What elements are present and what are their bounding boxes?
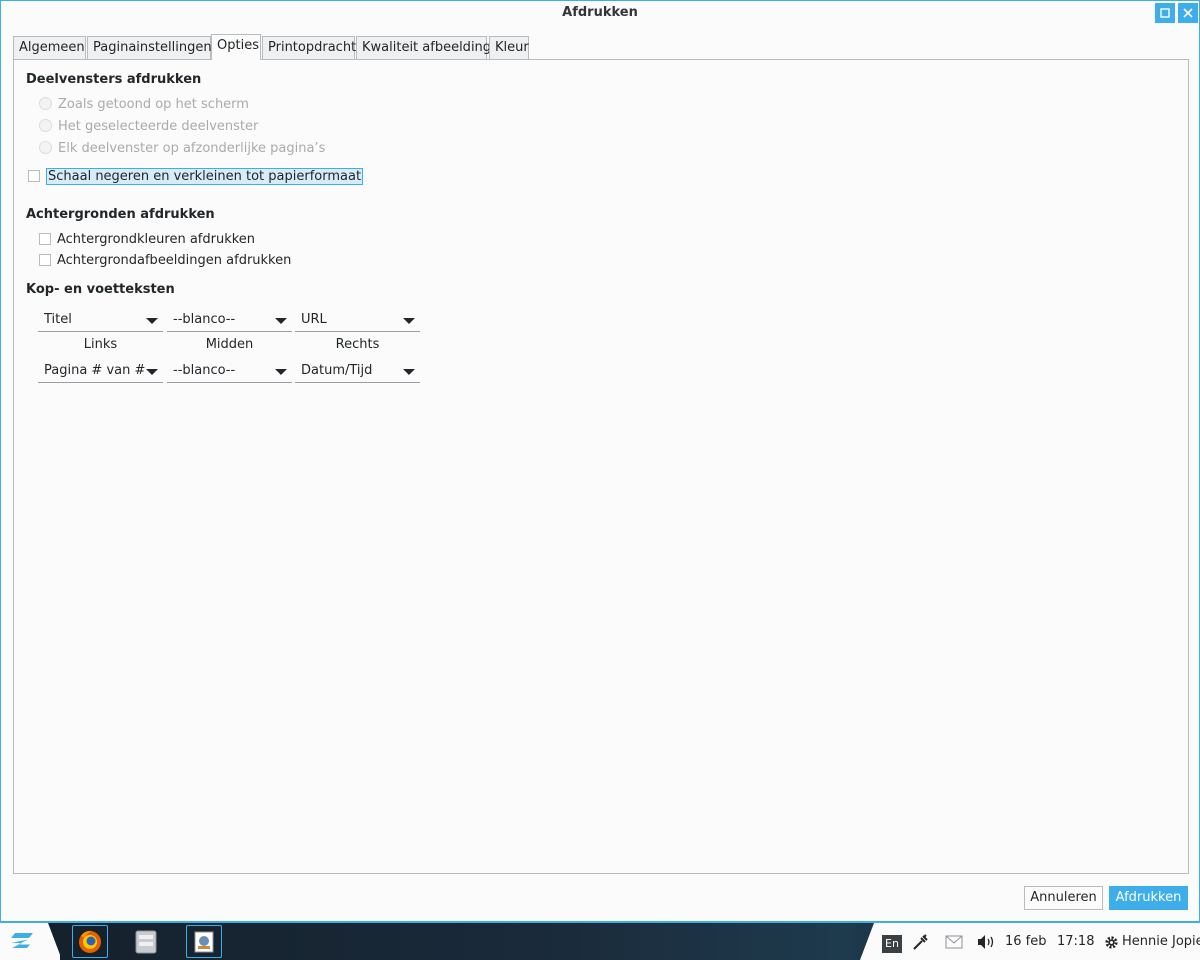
shrink-to-fit-checkbox[interactable]: Schaal negeren en verkleinen tot papierf… bbox=[28, 168, 364, 186]
tab-paginainstellingen[interactable]: Paginainstellingen bbox=[87, 36, 212, 59]
select-value: --blanco-- bbox=[173, 312, 236, 327]
label-right: Rechts bbox=[335, 337, 380, 352]
print-button[interactable]: Afdrukken bbox=[1109, 886, 1188, 910]
mail-icon[interactable] bbox=[945, 935, 963, 949]
checkbox-box bbox=[39, 253, 51, 266]
network-icon[interactable] bbox=[912, 933, 930, 951]
maximize-button[interactable] bbox=[1155, 3, 1175, 23]
radio-button bbox=[39, 141, 52, 154]
dropdown-arrow-icon bbox=[403, 369, 415, 375]
cancel-button[interactable]: Annuleren bbox=[1024, 886, 1103, 910]
dropdown-arrow-icon bbox=[275, 369, 287, 375]
time-display[interactable]: 17:18 bbox=[1057, 934, 1094, 949]
gear-icon[interactable] bbox=[1104, 935, 1119, 950]
close-button[interactable] bbox=[1178, 3, 1198, 23]
dropdown-arrow-icon bbox=[146, 318, 158, 324]
close-icon bbox=[1183, 8, 1193, 18]
options-panel: Deelvensters afdrukken Zoals getoond op … bbox=[13, 59, 1189, 874]
select-value: URL bbox=[301, 312, 327, 327]
footer-center-select[interactable]: --blanco-- bbox=[167, 361, 292, 383]
user-menu[interactable]: Hennie Jopie bbox=[1122, 934, 1200, 949]
footer-left-select[interactable]: Pagina # van # bbox=[38, 361, 163, 383]
radio-label: Het geselecteerde deelvenster bbox=[58, 119, 259, 134]
radio-each-frame[interactable]: Elk deelvenster op afzonderlijke pagina’… bbox=[39, 140, 325, 158]
tab-opties[interactable]: Opties bbox=[211, 34, 261, 60]
taskbar-firefox[interactable] bbox=[72, 925, 108, 958]
select-value: Datum/Tijd bbox=[301, 363, 373, 378]
print-dialog: Afdrukken Algemeen Paginainstellingen Op… bbox=[0, 0, 1200, 922]
volume-icon[interactable] bbox=[976, 934, 996, 950]
tab-printopdracht[interactable]: Printopdracht bbox=[262, 36, 356, 59]
radio-button bbox=[39, 119, 52, 132]
header-center-select[interactable]: --blanco-- bbox=[167, 310, 292, 332]
tab-kwaliteit-afbeelding[interactable]: Kwaliteit afbeelding bbox=[356, 36, 491, 59]
label-left: Links bbox=[83, 337, 118, 352]
frames-heading: Deelvensters afdrukken bbox=[26, 72, 202, 87]
printer-app-icon bbox=[194, 931, 214, 953]
checkbox-label: Achtergrondkleuren afdrukken bbox=[57, 232, 256, 247]
backgrounds-heading: Achtergronden afdrukken bbox=[26, 207, 215, 222]
select-value: Pagina # van # bbox=[44, 363, 146, 378]
title-bar[interactable]: Afdrukken bbox=[1, 1, 1199, 25]
keyboard-layout-indicator[interactable]: En bbox=[882, 935, 902, 953]
tab-algemeen[interactable]: Algemeen bbox=[13, 36, 86, 59]
file-manager-icon bbox=[135, 930, 157, 954]
checkbox-box bbox=[28, 169, 40, 182]
dropdown-arrow-icon bbox=[275, 318, 287, 324]
select-value: Titel bbox=[44, 312, 72, 327]
checkbox-label: Achtergrondafbeeldingen afdrukken bbox=[57, 253, 292, 268]
footer-right-select[interactable]: Datum/Tijd bbox=[295, 361, 420, 383]
radio-label: Elk deelvenster op afzonderlijke pagina’… bbox=[58, 141, 326, 156]
taskbar-print-app[interactable] bbox=[186, 925, 222, 958]
header-right-select[interactable]: URL bbox=[295, 310, 420, 332]
firefox-icon bbox=[79, 930, 101, 953]
select-value: --blanco-- bbox=[173, 363, 236, 378]
zorin-logo-icon bbox=[11, 933, 33, 948]
tab-kleur[interactable]: Kleur bbox=[489, 36, 529, 59]
date-display[interactable]: 16 feb bbox=[1005, 934, 1047, 949]
dropdown-arrow-icon bbox=[403, 318, 415, 324]
bg-images-checkbox[interactable]: Achtergrondafbeeldingen afdrukken bbox=[39, 252, 291, 270]
dropdown-arrow-icon bbox=[146, 369, 158, 375]
maximize-icon bbox=[1160, 8, 1170, 18]
window-title: Afdrukken bbox=[562, 5, 638, 20]
checkbox-box bbox=[39, 232, 51, 245]
system-tray: En 16 feb 17:18 Hennie Jopie bbox=[860, 923, 1200, 960]
checkbox-label: Schaal negeren en verkleinen tot papierf… bbox=[46, 168, 364, 185]
radio-selected-frame[interactable]: Het geselecteerde deelvenster bbox=[39, 118, 258, 136]
radio-as-shown[interactable]: Zoals getoond op het scherm bbox=[39, 96, 249, 114]
start-menu-button[interactable] bbox=[0, 923, 60, 960]
radio-button bbox=[39, 97, 52, 110]
label-center: Midden bbox=[205, 337, 254, 352]
header-footer-heading: Kop- en voetteksten bbox=[26, 282, 175, 297]
bg-colors-checkbox[interactable]: Achtergrondkleuren afdrukken bbox=[39, 231, 255, 249]
radio-label: Zoals getoond op het scherm bbox=[58, 97, 249, 112]
taskbar: En 16 feb 17:18 Hennie Jopie bbox=[0, 922, 1200, 960]
taskbar-file-manager[interactable] bbox=[128, 925, 164, 958]
header-left-select[interactable]: Titel bbox=[38, 310, 163, 332]
